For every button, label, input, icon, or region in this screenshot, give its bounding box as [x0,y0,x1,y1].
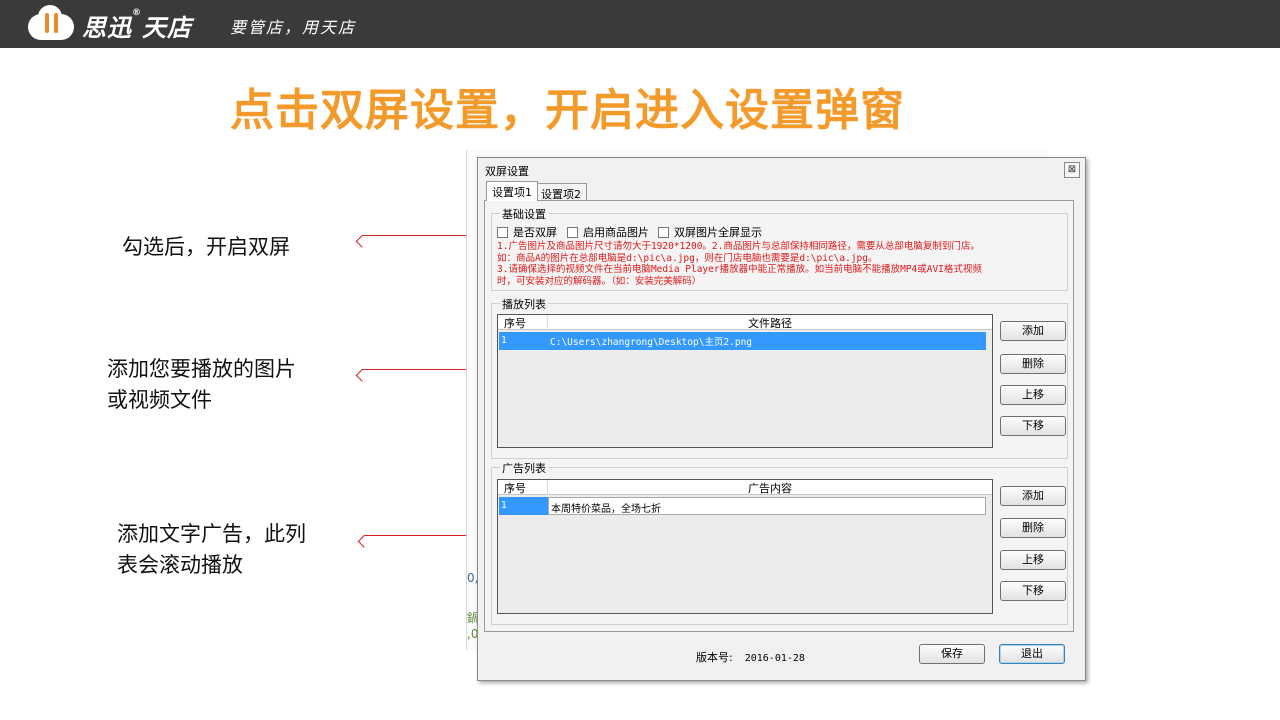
playlist-add-button[interactable]: 添加 [1000,321,1066,341]
ad-list-group: 广告列表 序号 广告内容 1 本周特价菜品，全场七折 添加 删除 上移 下移 [491,460,1068,625]
warning-text: 1.广告图片及商品图片尺寸请勿大于1920*1200。2.商品图片与总部保持相同… [497,241,982,287]
annotation-add-media: 添加您要播放的图片 或视频文件 [107,357,296,412]
table-row[interactable]: 1 本周特价菜品，全场七折 [499,497,987,515]
table-row[interactable]: 1 C:\Users\zhangrong\Desktop\主页2.png [499,332,987,350]
checkbox-product-images[interactable]: 启用商品图片 [567,224,649,240]
brand-name: 思迅®天店 [82,8,192,42]
row-ad-content[interactable]: 本周特价菜品，全场七折 [548,497,986,515]
save-button[interactable]: 保存 [919,644,985,664]
tab-settings-2[interactable]: 设置项2 [535,183,587,201]
column-header-index[interactable]: 序号 [498,315,548,330]
playlist-delete-button[interactable]: 删除 [1000,354,1066,374]
dual-screen-settings-dialog: 双屏设置 ⊠ 设置项1 设置项2 基础设置 是否双屏 启用商品图片 双屏图片全屏… [477,157,1086,681]
checkbox-icon[interactable] [658,226,669,238]
group-label: 播放列表 [500,296,548,312]
annotation-enable-dual-screen: 勾选后，开启双屏 [122,235,290,259]
exit-button[interactable]: 退出 [999,644,1065,664]
row-index: 1 [499,332,548,350]
checkbox-icon[interactable] [497,226,508,238]
ad-move-down-button[interactable]: 下移 [1000,581,1066,601]
playlist-table[interactable]: 序号 文件路径 1 C:\Users\zhangrong\Desktop\主页2… [497,314,993,448]
tab-settings-1[interactable]: 设置项1 [486,181,538,201]
basic-settings-group: 基础设置 是否双屏 启用商品图片 双屏图片全屏显示 1.广告图片及商品图片尺寸请… [491,206,1068,291]
column-header-index[interactable]: 序号 [498,480,548,495]
playlist-group: 播放列表 序号 文件路径 1 C:\Users\zhangrong\Deskto… [491,296,1068,459]
page-title: 点击双屏设置，开启进入设置弹窗 [230,86,905,135]
ad-list-table[interactable]: 序号 广告内容 1 本周特价菜品，全场七折 [497,479,993,614]
brand-slogan: 要管店，用天店 [230,18,357,37]
checkbox-dual-screen[interactable]: 是否双屏 [497,224,557,240]
playlist-move-down-button[interactable]: 下移 [1000,416,1066,436]
version-info: 版本号: 2016-01-28 [696,651,805,664]
brand-logo-icon [28,5,76,40]
table-header: 序号 文件路径 [498,315,992,330]
checkbox-icon[interactable] [567,226,578,238]
tab-panel: 基础设置 是否双屏 启用商品图片 双屏图片全屏显示 1.广告图片及商品图片尺寸请… [484,200,1074,632]
top-brand-bar: 思迅®天店 要管店，用天店 [0,0,1280,48]
column-header-content[interactable]: 广告内容 [548,480,992,495]
row-file-path: C:\Users\zhangrong\Desktop\主页2.png [548,332,986,350]
annotation-add-text-ad: 添加文字广告，此列 表会滚动播放 [117,522,306,577]
playlist-move-up-button[interactable]: 上移 [1000,385,1066,405]
dialog-title: 双屏设置 [485,165,529,178]
ad-add-button[interactable]: 添加 [1000,486,1066,506]
ad-move-up-button[interactable]: 上移 [1000,550,1066,570]
ad-delete-button[interactable]: 删除 [1000,518,1066,538]
checkbox-fullscreen-images[interactable]: 双屏图片全屏显示 [658,224,762,240]
column-header-path[interactable]: 文件路径 [548,315,992,330]
close-icon[interactable]: ⊠ [1064,162,1080,178]
group-label: 广告列表 [500,460,548,476]
table-header: 序号 广告内容 [498,480,992,495]
group-label: 基础设置 [500,206,548,222]
row-index: 1 [499,497,548,515]
